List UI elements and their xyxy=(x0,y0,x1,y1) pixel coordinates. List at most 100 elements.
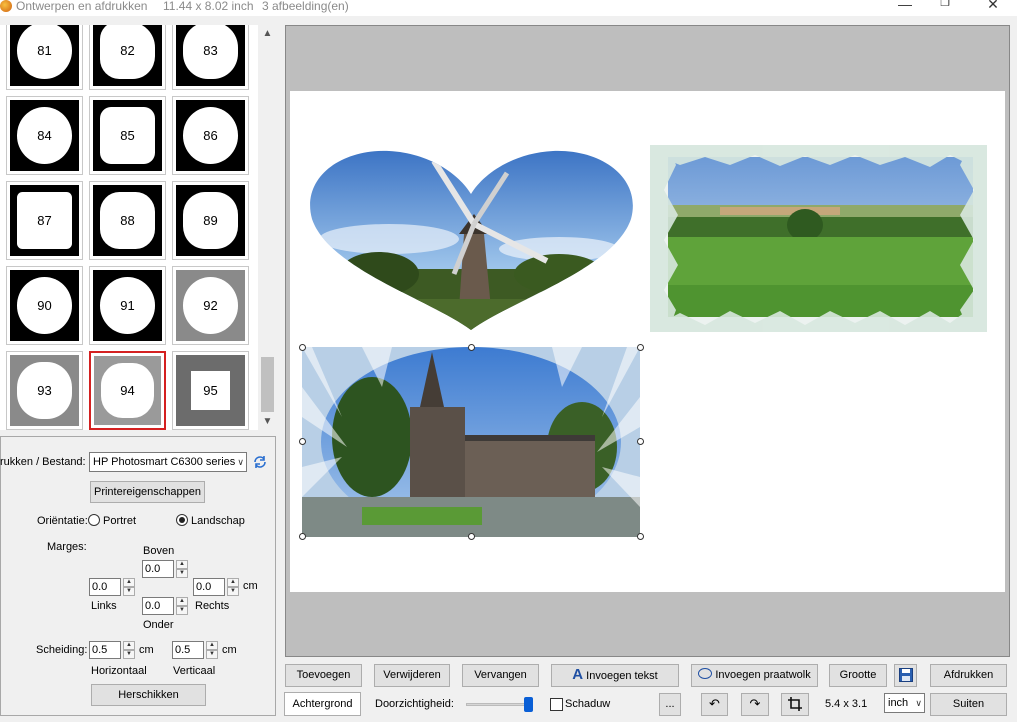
horizontal-spacing-input[interactable]: 0.5 xyxy=(89,641,121,659)
left-margin-stepper[interactable]: 0.0 ▲ ▼ xyxy=(89,578,135,596)
resize-handle[interactable] xyxy=(299,438,306,445)
replace-button[interactable]: Vervangen xyxy=(462,664,539,687)
remove-button[interactable]: Verwijderen xyxy=(374,664,450,687)
size-button[interactable]: Grootte xyxy=(829,664,887,687)
right-margin-label: Rechts xyxy=(195,600,230,612)
print-button[interactable]: Afdrukken xyxy=(930,664,1007,687)
fit-button[interactable]: Suiten xyxy=(930,693,1007,716)
text-a-icon: A xyxy=(572,666,584,683)
frame-number: 93 xyxy=(37,382,52,398)
add-button[interactable]: Toevoegen xyxy=(285,664,362,687)
maximize-button[interactable]: ❐ xyxy=(931,0,959,14)
stepper-down-icon[interactable]: ▼ xyxy=(176,569,188,578)
top-margin-label: Boven xyxy=(143,545,175,557)
right-margin-input[interactable]: 0.0 xyxy=(193,578,225,596)
frame-thumbnail[interactable]: 82 xyxy=(89,25,166,90)
opacity-label: Doorzichtigheid: xyxy=(375,698,454,710)
frame-thumbnail[interactable]: 83 xyxy=(172,25,249,90)
left-margin-input[interactable]: 0.0 xyxy=(89,578,121,596)
stepper-up-icon[interactable]: ▲ xyxy=(227,578,239,587)
frame-thumbnail[interactable]: 91 xyxy=(89,266,166,345)
stepper-up-icon[interactable]: ▲ xyxy=(206,641,218,650)
unit-select[interactable]: inch ∨ xyxy=(884,693,925,713)
speech-bubble-icon xyxy=(698,668,713,679)
vertical-spacing-stepper[interactable]: 0.5 ▲ ▼ xyxy=(172,641,218,659)
frame-thumbnail[interactable]: 87 xyxy=(6,181,83,260)
frame-thumbnail[interactable]: 94 xyxy=(89,351,166,430)
frame-number: 92 xyxy=(203,297,218,313)
top-margin-stepper[interactable]: 0.0 ▲ ▼ xyxy=(142,560,188,578)
meadow-photo[interactable] xyxy=(650,145,987,332)
stepper-down-icon[interactable]: ▼ xyxy=(206,650,218,659)
scroll-up-icon[interactable]: ▲ xyxy=(259,25,276,42)
frame-thumbnail[interactable]: 85 xyxy=(89,96,166,175)
top-margin-input[interactable]: 0.0 xyxy=(142,560,174,578)
page-size-label: 11.44 x 8.02 inch xyxy=(163,0,254,13)
unit-value: inch xyxy=(888,697,909,709)
resize-handle[interactable] xyxy=(299,533,306,540)
right-margin-stepper[interactable]: 0.0 ▲ ▼ xyxy=(193,578,239,596)
resize-handle[interactable] xyxy=(468,344,475,351)
insert-bubble-button[interactable]: Invoegen praatwolk xyxy=(691,664,818,687)
refresh-printers-icon[interactable] xyxy=(252,454,268,470)
background-tab[interactable]: Achtergrond xyxy=(284,692,361,716)
printer-select[interactable]: HP Photosmart C6300 series ∨ xyxy=(89,452,247,472)
shadow-checkbox[interactable] xyxy=(550,698,563,711)
rotate-left-icon[interactable]: ↶ xyxy=(701,693,728,716)
spacing-label: Scheiding: xyxy=(36,644,88,656)
more-options-button[interactable]: ... xyxy=(659,693,681,716)
frame-number: 86 xyxy=(203,127,218,143)
printer-properties-button[interactable]: Printereigenschappen xyxy=(90,481,205,503)
orientation-label: Oriëntatie: xyxy=(37,515,88,527)
stepper-up-icon[interactable]: ▲ xyxy=(123,641,135,650)
frame-thumbnail[interactable]: 95 xyxy=(172,351,249,430)
stepper-up-icon[interactable]: ▲ xyxy=(176,560,188,569)
bottom-margin-stepper[interactable]: 0.0 ▲ ▼ xyxy=(142,597,188,615)
frame-thumbnail[interactable]: 84 xyxy=(6,96,83,175)
stepper-down-icon[interactable]: ▼ xyxy=(176,606,188,615)
scroll-down-icon[interactable]: ▼ xyxy=(259,413,276,430)
shadow-label: Schaduw xyxy=(565,698,611,710)
horizontal-spacing-stepper[interactable]: 0.5 ▲ ▼ xyxy=(89,641,135,659)
resize-handle[interactable] xyxy=(299,344,306,351)
resize-handle[interactable] xyxy=(637,533,644,540)
church-photo[interactable] xyxy=(302,347,640,537)
landscape-radio[interactable] xyxy=(176,514,188,526)
portrait-radio[interactable] xyxy=(88,514,100,526)
gallery-scrollbar[interactable]: ▲ ▼ xyxy=(259,25,276,430)
opacity-slider-track[interactable] xyxy=(466,703,532,706)
stepper-up-icon[interactable]: ▲ xyxy=(176,597,188,606)
scrollbar-thumb[interactable] xyxy=(261,357,274,412)
stepper-up-icon[interactable]: ▲ xyxy=(123,578,135,587)
resize-handle[interactable] xyxy=(468,533,475,540)
save-button[interactable] xyxy=(894,664,917,687)
frame-thumbnail[interactable]: 92 xyxy=(172,266,249,345)
frame-thumbnail[interactable]: 89 xyxy=(172,181,249,260)
frame-thumbnail[interactable]: 88 xyxy=(89,181,166,260)
window-title: Ontwerpen en afdrukken xyxy=(16,0,148,13)
resize-handle[interactable] xyxy=(637,438,644,445)
opacity-slider-thumb[interactable] xyxy=(524,697,533,712)
windmill-photo[interactable] xyxy=(309,149,634,330)
frame-number: 85 xyxy=(120,127,135,143)
stepper-down-icon[interactable]: ▼ xyxy=(227,587,239,596)
close-button[interactable]: ✕ xyxy=(979,0,1007,14)
rotate-right-icon[interactable]: ↷ xyxy=(741,693,769,716)
frame-thumbnail[interactable]: 90 xyxy=(6,266,83,345)
resize-handle[interactable] xyxy=(637,344,644,351)
bottom-margin-input[interactable]: 0.0 xyxy=(142,597,174,615)
frame-thumbnail[interactable]: 86 xyxy=(172,96,249,175)
stepper-down-icon[interactable]: ▼ xyxy=(123,587,135,596)
margin-unit-label: cm xyxy=(243,580,258,592)
vertical-spacing-input[interactable]: 0.5 xyxy=(172,641,204,659)
crop-button[interactable] xyxy=(781,693,809,716)
frame-thumbnail[interactable]: 93 xyxy=(6,351,83,430)
insert-text-button[interactable]: A Invoegen tekst xyxy=(551,664,679,687)
frame-gallery: 81 82 83 84 85 86 87 88 89 90 91 92 93 94 95 xyxy=(0,25,258,430)
frame-thumbnail[interactable]: 81 xyxy=(6,25,83,90)
rearrange-button[interactable]: Herschikken xyxy=(91,684,206,706)
minimize-button[interactable]: — xyxy=(891,0,919,14)
stepper-down-icon[interactable]: ▼ xyxy=(123,650,135,659)
horizontal-spacing-label: Horizontaal xyxy=(91,665,147,677)
left-margin-label: Links xyxy=(91,600,117,612)
